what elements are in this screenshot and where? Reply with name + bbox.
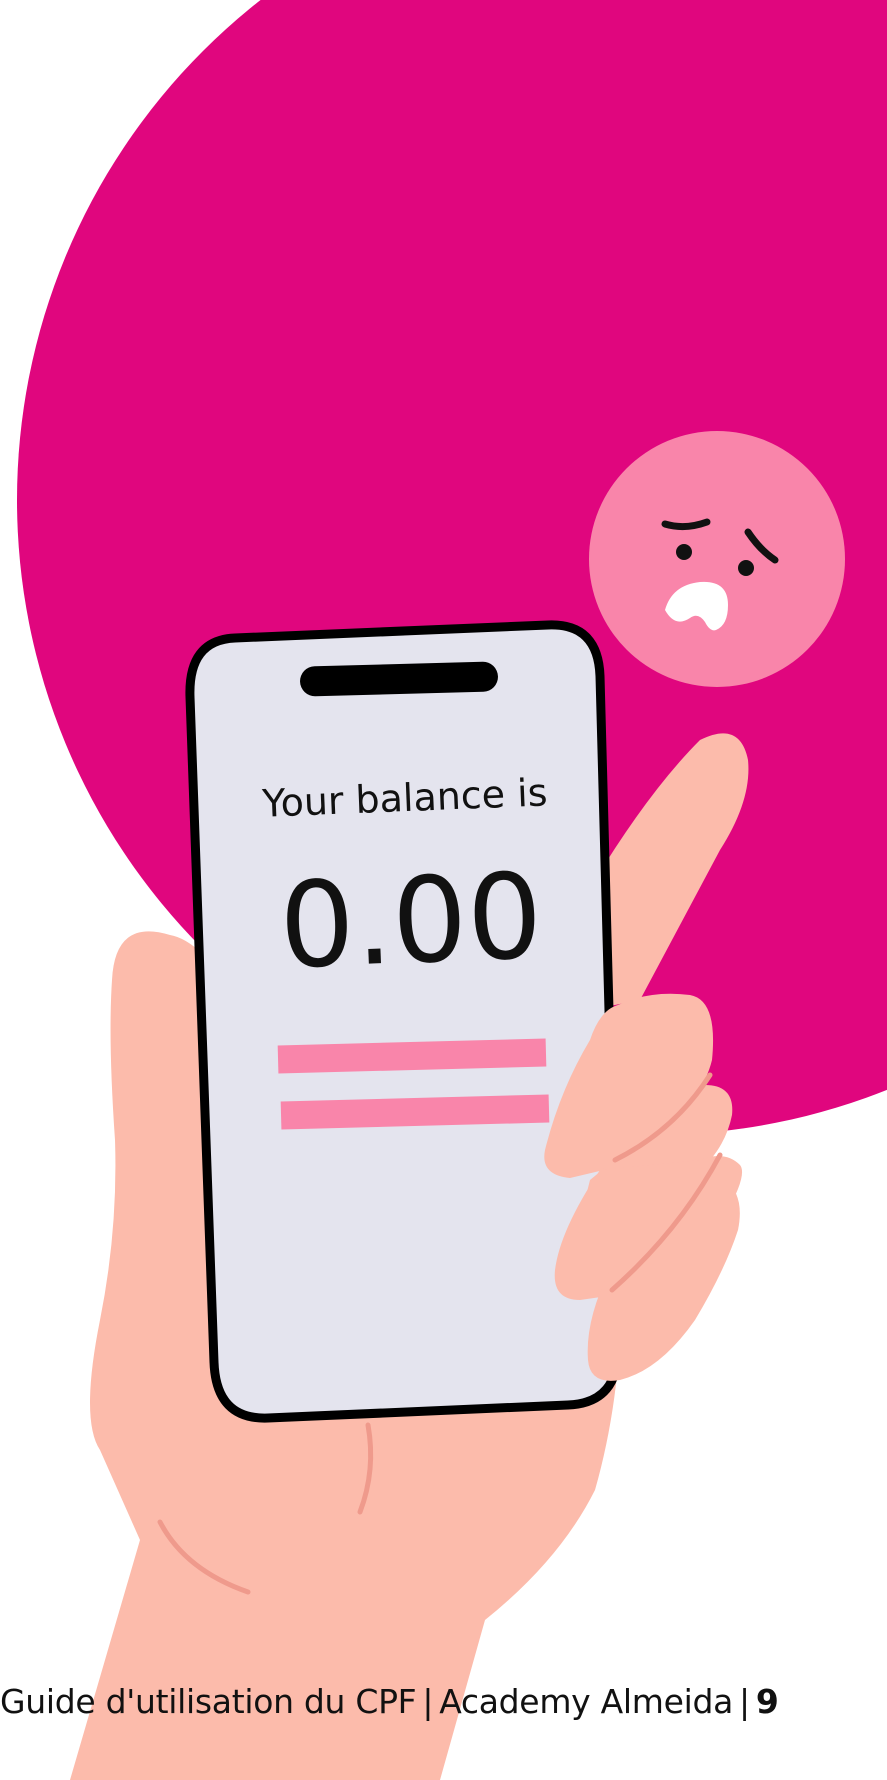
footer-separator: |: [739, 1682, 750, 1721]
academy-name: Academy Almeida: [439, 1682, 734, 1721]
page-number: 9: [755, 1682, 779, 1721]
footer-separator: |: [422, 1682, 434, 1721]
illustration: Your balance is 0.00: [17, 0, 887, 1780]
phone-notch: [300, 661, 498, 697]
footer: Guide d'utilisation du CPF | Academy Almei…: [0, 1682, 887, 1732]
balance-value: 0.00: [277, 847, 545, 995]
worried-face-icon: [589, 431, 845, 687]
phone-illustration: Your balance is 0.00: [185, 620, 623, 1423]
guide-title: Guide d'utilisation du CPF: [0, 1682, 417, 1721]
